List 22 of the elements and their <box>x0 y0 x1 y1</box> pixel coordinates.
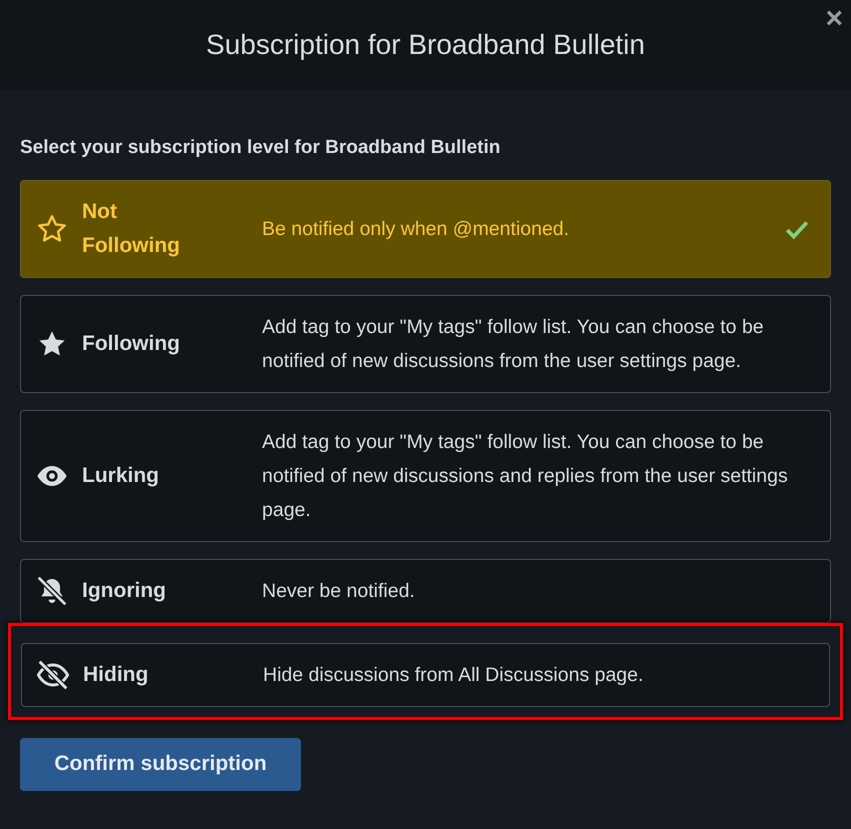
subscription-option[interactable]: Lurking Add tag to your "My tags" follow list. You can choose to be notified of new discussions and replies from the user settings page. <box>20 410 831 542</box>
option-description: Hide discussions from All Discussions page. <box>263 662 644 688</box>
muted-bell-icon <box>36 574 68 606</box>
dialog-title: Subscription for Broadband Bulletin <box>206 28 645 62</box>
hidden-eye-icon <box>36 658 68 690</box>
subscription-option[interactable]: Hiding Hide discussions from All Discussions page. <box>21 642 830 706</box>
star-outline-icon <box>36 212 68 244</box>
option-label: Hiding <box>83 662 150 688</box>
option-label: Not Following <box>82 198 181 258</box>
subscription-option[interactable]: Ignoring Never be notified. <box>20 558 831 622</box>
option-label: Lurking <box>82 462 160 488</box>
option-label: Ignoring <box>82 578 167 604</box>
subscription-option[interactable]: Following Add tag to your "My tags" follow list. You can choose to be notified of new discussions from the user settings page. <box>20 294 831 392</box>
option-description: Add tag to your "My tags" follow list. You can choose to be notified of new discussions and replies from the user settings page. <box>262 430 789 522</box>
close-button[interactable]: × <box>825 4 843 34</box>
confirm-button[interactable]: Confirm subscription <box>20 738 301 790</box>
option-description: Never be notified. <box>262 578 416 604</box>
subscription-option[interactable]: Not Following Be notified only when @mentioned. <box>20 180 831 278</box>
option-description: Be notified only when @mentioned. <box>262 216 570 242</box>
prompt-text: Select your subscription level for Broadband Bulletin <box>20 136 502 160</box>
option-description: Add tag to your "My tags" follow list. You can choose to be notified of new discussions from the user settings page. <box>262 314 765 374</box>
option-label: Following <box>82 330 181 356</box>
